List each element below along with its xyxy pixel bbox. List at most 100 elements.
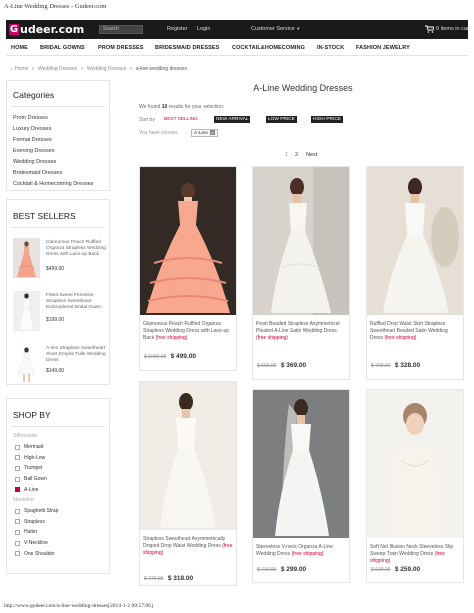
product-photo[interactable]	[253, 167, 349, 315]
register-link[interactable]: Register	[167, 26, 187, 32]
product-price: $ 639.00 $ 259.00	[371, 566, 421, 573]
chosen-filter-tag[interactable]: A-Line x	[191, 129, 218, 137]
breadcrumb-wedding-dresses[interactable]: Wedding Dresses	[38, 66, 77, 72]
bestseller-price: $149.00	[46, 368, 65, 374]
product-photo[interactable]	[253, 390, 349, 538]
checkbox[interactable]	[15, 529, 20, 535]
categories-title: Categories	[13, 90, 55, 100]
next-page-link[interactable]: Next	[306, 152, 317, 158]
checkbox[interactable]	[15, 508, 20, 514]
categories-box: Categories Prom Dresses Luxury Dresses F…	[6, 80, 110, 191]
filter-option[interactable]: High-Low	[7, 453, 109, 464]
product-name[interactable]: Pearl Beaded Strapless Asymmetrical Plea…	[253, 315, 349, 343]
product-thumbnail[interactable]	[13, 238, 40, 278]
print-footer: http://www.gudeer.com/a-line-wedding-dre…	[4, 603, 153, 609]
nav-fashion-jewelry[interactable]: FASHION JEWELRY	[356, 45, 410, 51]
checkbox[interactable]	[15, 540, 20, 546]
silhouette-label: Silhouette	[13, 433, 38, 439]
nav-bridesmaid-dresses[interactable]: BRIDESMAID DRESSES	[155, 45, 219, 51]
nav-prom-dresses[interactable]: PROM DRESSES	[98, 45, 144, 51]
bestsellers-box: BEST SELLERS Glamorous Peach Ruffled Org…	[6, 199, 110, 385]
cart-icon[interactable]	[425, 25, 434, 33]
product-price: $ 669.00 $ 369.00	[257, 362, 307, 369]
logo-initial: G	[9, 24, 19, 35]
nav-home[interactable]: HOME	[11, 45, 28, 51]
product-card[interactable]: Soft Net Illusion Neck Sleeveless Slip S…	[366, 389, 464, 583]
product-name[interactable]: Soft Net Illusion Neck Sleeveless Slip S…	[367, 538, 463, 566]
product-name[interactable]: Glamorous Peach Ruffled Organza Straples…	[140, 315, 236, 343]
nav-bridal-gowns[interactable]: BRIDAL GOWNS	[40, 45, 85, 51]
customer-service-label: Customer Service	[251, 26, 295, 32]
customer-service-menu[interactable]: Customer Service ▼	[251, 26, 300, 32]
category-item[interactable]: Cocktail & Homecoming Dresses	[7, 179, 109, 190]
logo[interactable]: G udeer.com	[9, 23, 84, 36]
product-thumbnail[interactable]	[13, 291, 40, 331]
cart-count[interactable]: 0 items in cart	[436, 26, 470, 32]
neckline-label: Neckline	[13, 496, 35, 503]
product-card[interactable]: Strapless Sweetheart Asymmetrically Drap…	[139, 381, 237, 586]
filter-option[interactable]: Trumpet	[7, 463, 109, 474]
product-name[interactable]: Ruffled Drop Waist Skirt Strapless Sweet…	[367, 315, 463, 343]
product-photo[interactable]	[140, 382, 236, 530]
breadcrumb-wedding-dresses-2[interactable]: Wedding Dresses	[87, 66, 126, 72]
sort-low-price[interactable]: LOW PRICE	[266, 116, 297, 123]
filter-option[interactable]: Strapless	[7, 517, 109, 528]
category-item[interactable]: Prom Dresses	[7, 113, 109, 124]
filter-option[interactable]: Spaghetti Strap	[7, 506, 109, 517]
category-item[interactable]: Bridesmaid Dresses	[7, 168, 109, 179]
category-item[interactable]: Wedding Dresses	[7, 157, 109, 168]
product-photo[interactable]	[367, 390, 463, 538]
filter-option[interactable]: A-Line	[7, 484, 109, 495]
product-price: $ 719.00 $ 299.00	[257, 566, 307, 573]
main-nav: HOME BRIDAL GOWNS PROM DRESSES BRIDESMAI…	[6, 41, 468, 56]
chevron-down-icon: ▼	[296, 26, 301, 31]
checkbox[interactable]	[15, 519, 20, 525]
search-input[interactable]: Search	[99, 25, 143, 34]
nav-in-stock[interactable]: IN-STOCK	[317, 45, 344, 51]
breadcrumb-home[interactable]: Home	[15, 66, 28, 72]
filter-label: Halter	[24, 529, 38, 536]
bestseller-name[interactable]: Glamorous Peach Ruffled Organza Straples…	[46, 240, 108, 259]
filter-label: Trumpet	[24, 465, 43, 472]
checkbox[interactable]	[15, 476, 20, 482]
product-card[interactable]: Sleeveless V-neck Organza A-Line Wedding…	[252, 389, 350, 583]
product-thumbnail[interactable]	[13, 344, 40, 384]
product-name[interactable]: Sleeveless V-neck Organza A-Line Wedding…	[253, 538, 349, 558]
top-bar: G udeer.com Search Register Login Custom…	[6, 20, 470, 39]
product-card[interactable]: Glamorous Peach Ruffled Organza Straples…	[139, 166, 237, 371]
sort-high-price[interactable]: HIGH PRICE	[311, 116, 343, 123]
product-card[interactable]: Pearl Beaded Strapless Asymmetrical Plea…	[252, 166, 350, 380]
category-item[interactable]: Formal Dresses	[7, 135, 109, 146]
filter-option[interactable]: Mermaid	[7, 442, 109, 453]
product-photo[interactable]	[140, 167, 236, 315]
filter-option[interactable]: Ball Gown	[7, 474, 109, 485]
bestseller-item[interactable]: Glamorous Peach Ruffled Organza Straples…	[7, 238, 109, 291]
filter-option[interactable]: V-Neckline	[7, 538, 109, 549]
bestseller-item[interactable]: Fitted Sweet Feminine Strapless Sweethea…	[7, 291, 109, 344]
checkbox[interactable]	[15, 551, 20, 557]
login-link[interactable]: Login	[197, 26, 210, 32]
filter-label: Mermaid	[24, 444, 44, 451]
nav-cocktail-homecoming[interactable]: COCKTAIL&HOMECOMING	[232, 45, 305, 51]
checkbox[interactable]	[15, 487, 20, 493]
page-2[interactable]: 2	[295, 152, 298, 158]
filter-option[interactable]: Halter	[7, 527, 109, 538]
sort-new-arrival[interactable]: NEW ARRIVAL	[214, 116, 251, 123]
checkbox[interactable]	[15, 455, 20, 461]
product-name[interactable]: Strapless Sweetheart Asymmetrically Drap…	[140, 530, 236, 558]
sort-best-selling[interactable]: BEST SELLING	[162, 116, 200, 123]
filter-option[interactable]: One Shoulder	[7, 548, 109, 559]
product-photo[interactable]	[367, 167, 463, 315]
bestseller-price: $199.00	[46, 317, 65, 323]
page-title: A-Line Wedding Dresses	[253, 83, 353, 93]
category-item[interactable]: Luxury Dresses	[7, 124, 109, 135]
bestseller-item[interactable]: A-line Strapless Sweetheart Short Empire…	[7, 344, 109, 397]
checkbox[interactable]	[15, 465, 20, 471]
product-card[interactable]: Ruffled Drop Waist Skirt Strapless Sweet…	[366, 166, 464, 380]
bestseller-name[interactable]: Fitted Sweet Feminine Strapless Sweethea…	[46, 293, 108, 312]
category-item[interactable]: Evening Dresses	[7, 146, 109, 157]
bestseller-name[interactable]: A-line Strapless Sweetheart Short Empire…	[46, 346, 108, 365]
checkbox[interactable]	[15, 444, 20, 450]
close-icon[interactable]: x	[209, 130, 215, 135]
filter-label: V-Neckline	[24, 540, 48, 547]
